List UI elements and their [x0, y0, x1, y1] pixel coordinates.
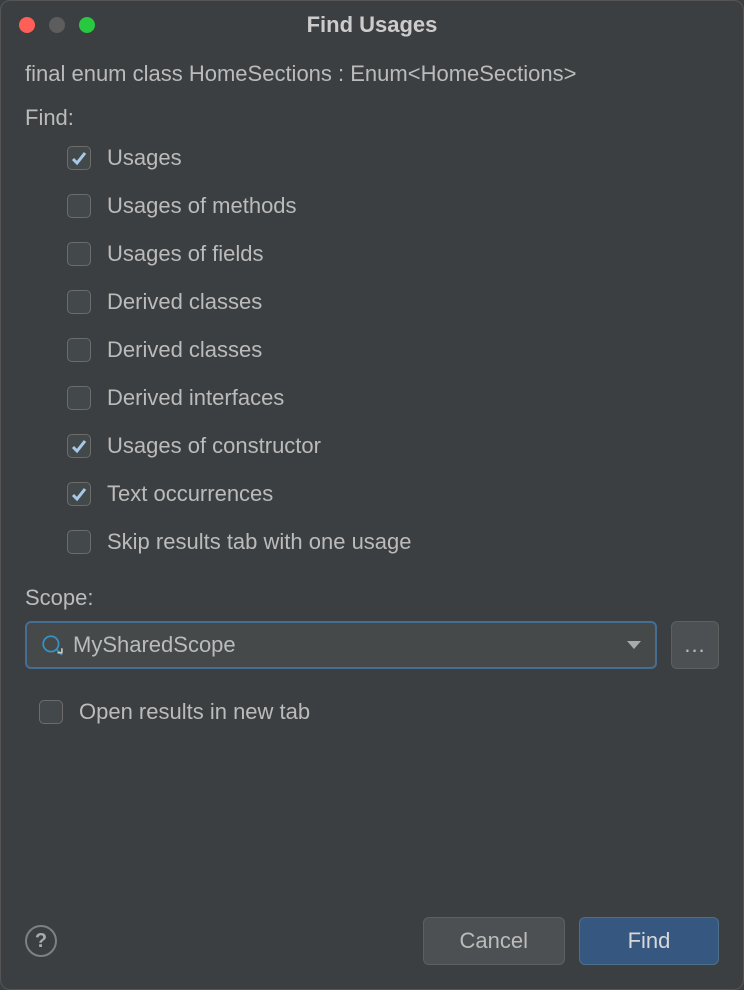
help-button[interactable]: ?: [25, 925, 57, 957]
minimize-window-button[interactable]: [49, 17, 65, 33]
checkbox[interactable]: [67, 434, 91, 458]
find-button[interactable]: Find: [579, 917, 719, 965]
option-label: Usages: [107, 145, 182, 171]
dialog-footer: ? Cancel Find: [25, 917, 719, 965]
option-usages-methods[interactable]: Usages of methods: [67, 193, 719, 219]
checkbox[interactable]: [67, 242, 91, 266]
option-label: Open results in new tab: [79, 699, 310, 725]
find-label: Find:: [25, 105, 719, 131]
close-window-button[interactable]: [19, 17, 35, 33]
scope-value: MySharedScope: [73, 632, 617, 658]
option-skip-results-tab[interactable]: Skip results tab with one usage: [67, 529, 719, 555]
option-label: Derived interfaces: [107, 385, 284, 411]
scope-label: Scope:: [25, 585, 719, 611]
window-title: Find Usages: [307, 12, 438, 38]
option-label: Usages of constructor: [107, 433, 321, 459]
titlebar: Find Usages: [1, 1, 743, 49]
maximize-window-button[interactable]: [79, 17, 95, 33]
option-text-occurrences[interactable]: Text occurrences: [67, 481, 719, 507]
scope-icon: [41, 634, 63, 656]
option-usages-constructor[interactable]: Usages of constructor: [67, 433, 719, 459]
checkbox[interactable]: [67, 338, 91, 362]
dialog-content: final enum class HomeSections : Enum<Hom…: [1, 49, 743, 989]
window-controls: [19, 17, 95, 33]
option-label: Derived classes: [107, 289, 262, 315]
option-label: Skip results tab with one usage: [107, 529, 412, 555]
checkbox[interactable]: [67, 386, 91, 410]
option-usages[interactable]: Usages: [67, 145, 719, 171]
option-derived-classes[interactable]: Derived classes: [67, 337, 719, 363]
open-new-tab-option[interactable]: Open results in new tab: [25, 699, 719, 725]
scope-select[interactable]: MySharedScope: [25, 621, 657, 669]
option-usages-fields[interactable]: Usages of fields: [67, 241, 719, 267]
checkbox[interactable]: [67, 530, 91, 554]
target-signature: final enum class HomeSections : Enum<Hom…: [25, 61, 719, 87]
checkbox[interactable]: [67, 482, 91, 506]
checkbox[interactable]: [67, 290, 91, 314]
option-label: Usages of fields: [107, 241, 264, 267]
option-label: Text occurrences: [107, 481, 273, 507]
find-options: Usages Usages of methods Usages of field…: [25, 145, 719, 555]
option-derived-classes[interactable]: Derived classes: [67, 289, 719, 315]
scope-row: MySharedScope ...: [25, 621, 719, 669]
checkbox[interactable]: [39, 700, 63, 724]
chevron-down-icon: [627, 641, 641, 649]
option-derived-interfaces[interactable]: Derived interfaces: [67, 385, 719, 411]
cancel-button[interactable]: Cancel: [423, 917, 565, 965]
checkbox[interactable]: [67, 194, 91, 218]
option-label: Derived classes: [107, 337, 262, 363]
checkbox[interactable]: [67, 146, 91, 170]
option-label: Usages of methods: [107, 193, 297, 219]
scope-more-button[interactable]: ...: [671, 621, 719, 669]
